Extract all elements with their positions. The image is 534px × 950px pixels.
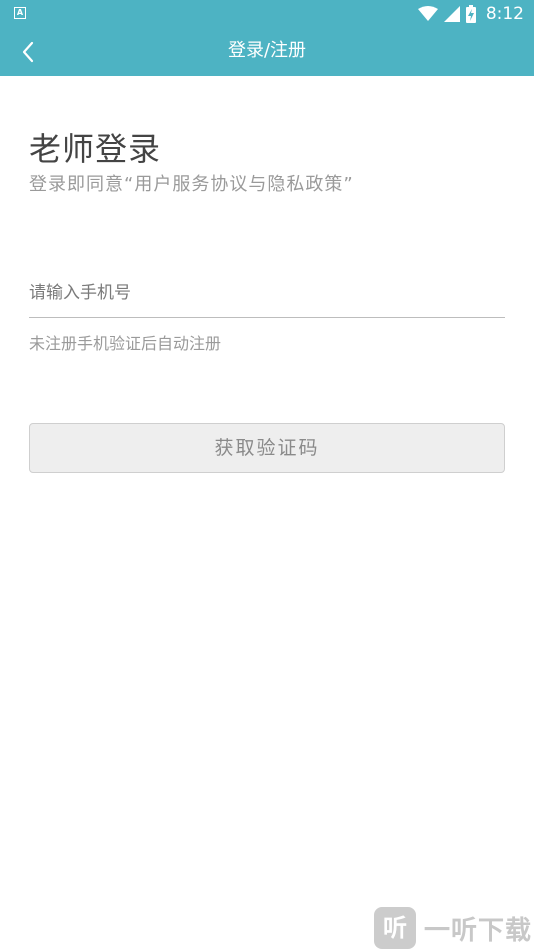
page-title: 老师登录 [29,130,162,168]
phone-input[interactable] [29,270,505,318]
app-bar: 登录/注册 [0,28,534,76]
watermark-logo: 听 [374,907,416,949]
battery-charging-icon [465,5,476,23]
wifi-icon [417,6,438,21]
status-bar-right: 8:12 [417,0,524,28]
status-bar: A 8:12 [0,0,534,28]
page-header-title: 登录/注册 [227,40,307,61]
notification-icon: A [14,7,26,19]
get-code-button[interactable]: 获取验证码 [29,423,505,473]
register-hint: 未注册手机验证后自动注册 [29,334,222,353]
signal-icon [443,6,460,22]
agreement-text[interactable]: 登录即同意“用户服务协议与隐私政策” [29,170,354,196]
status-time: 8:12 [485,4,524,24]
watermark: 听 一听下载 [374,906,532,950]
watermark-text: 一听下载 [424,915,533,946]
